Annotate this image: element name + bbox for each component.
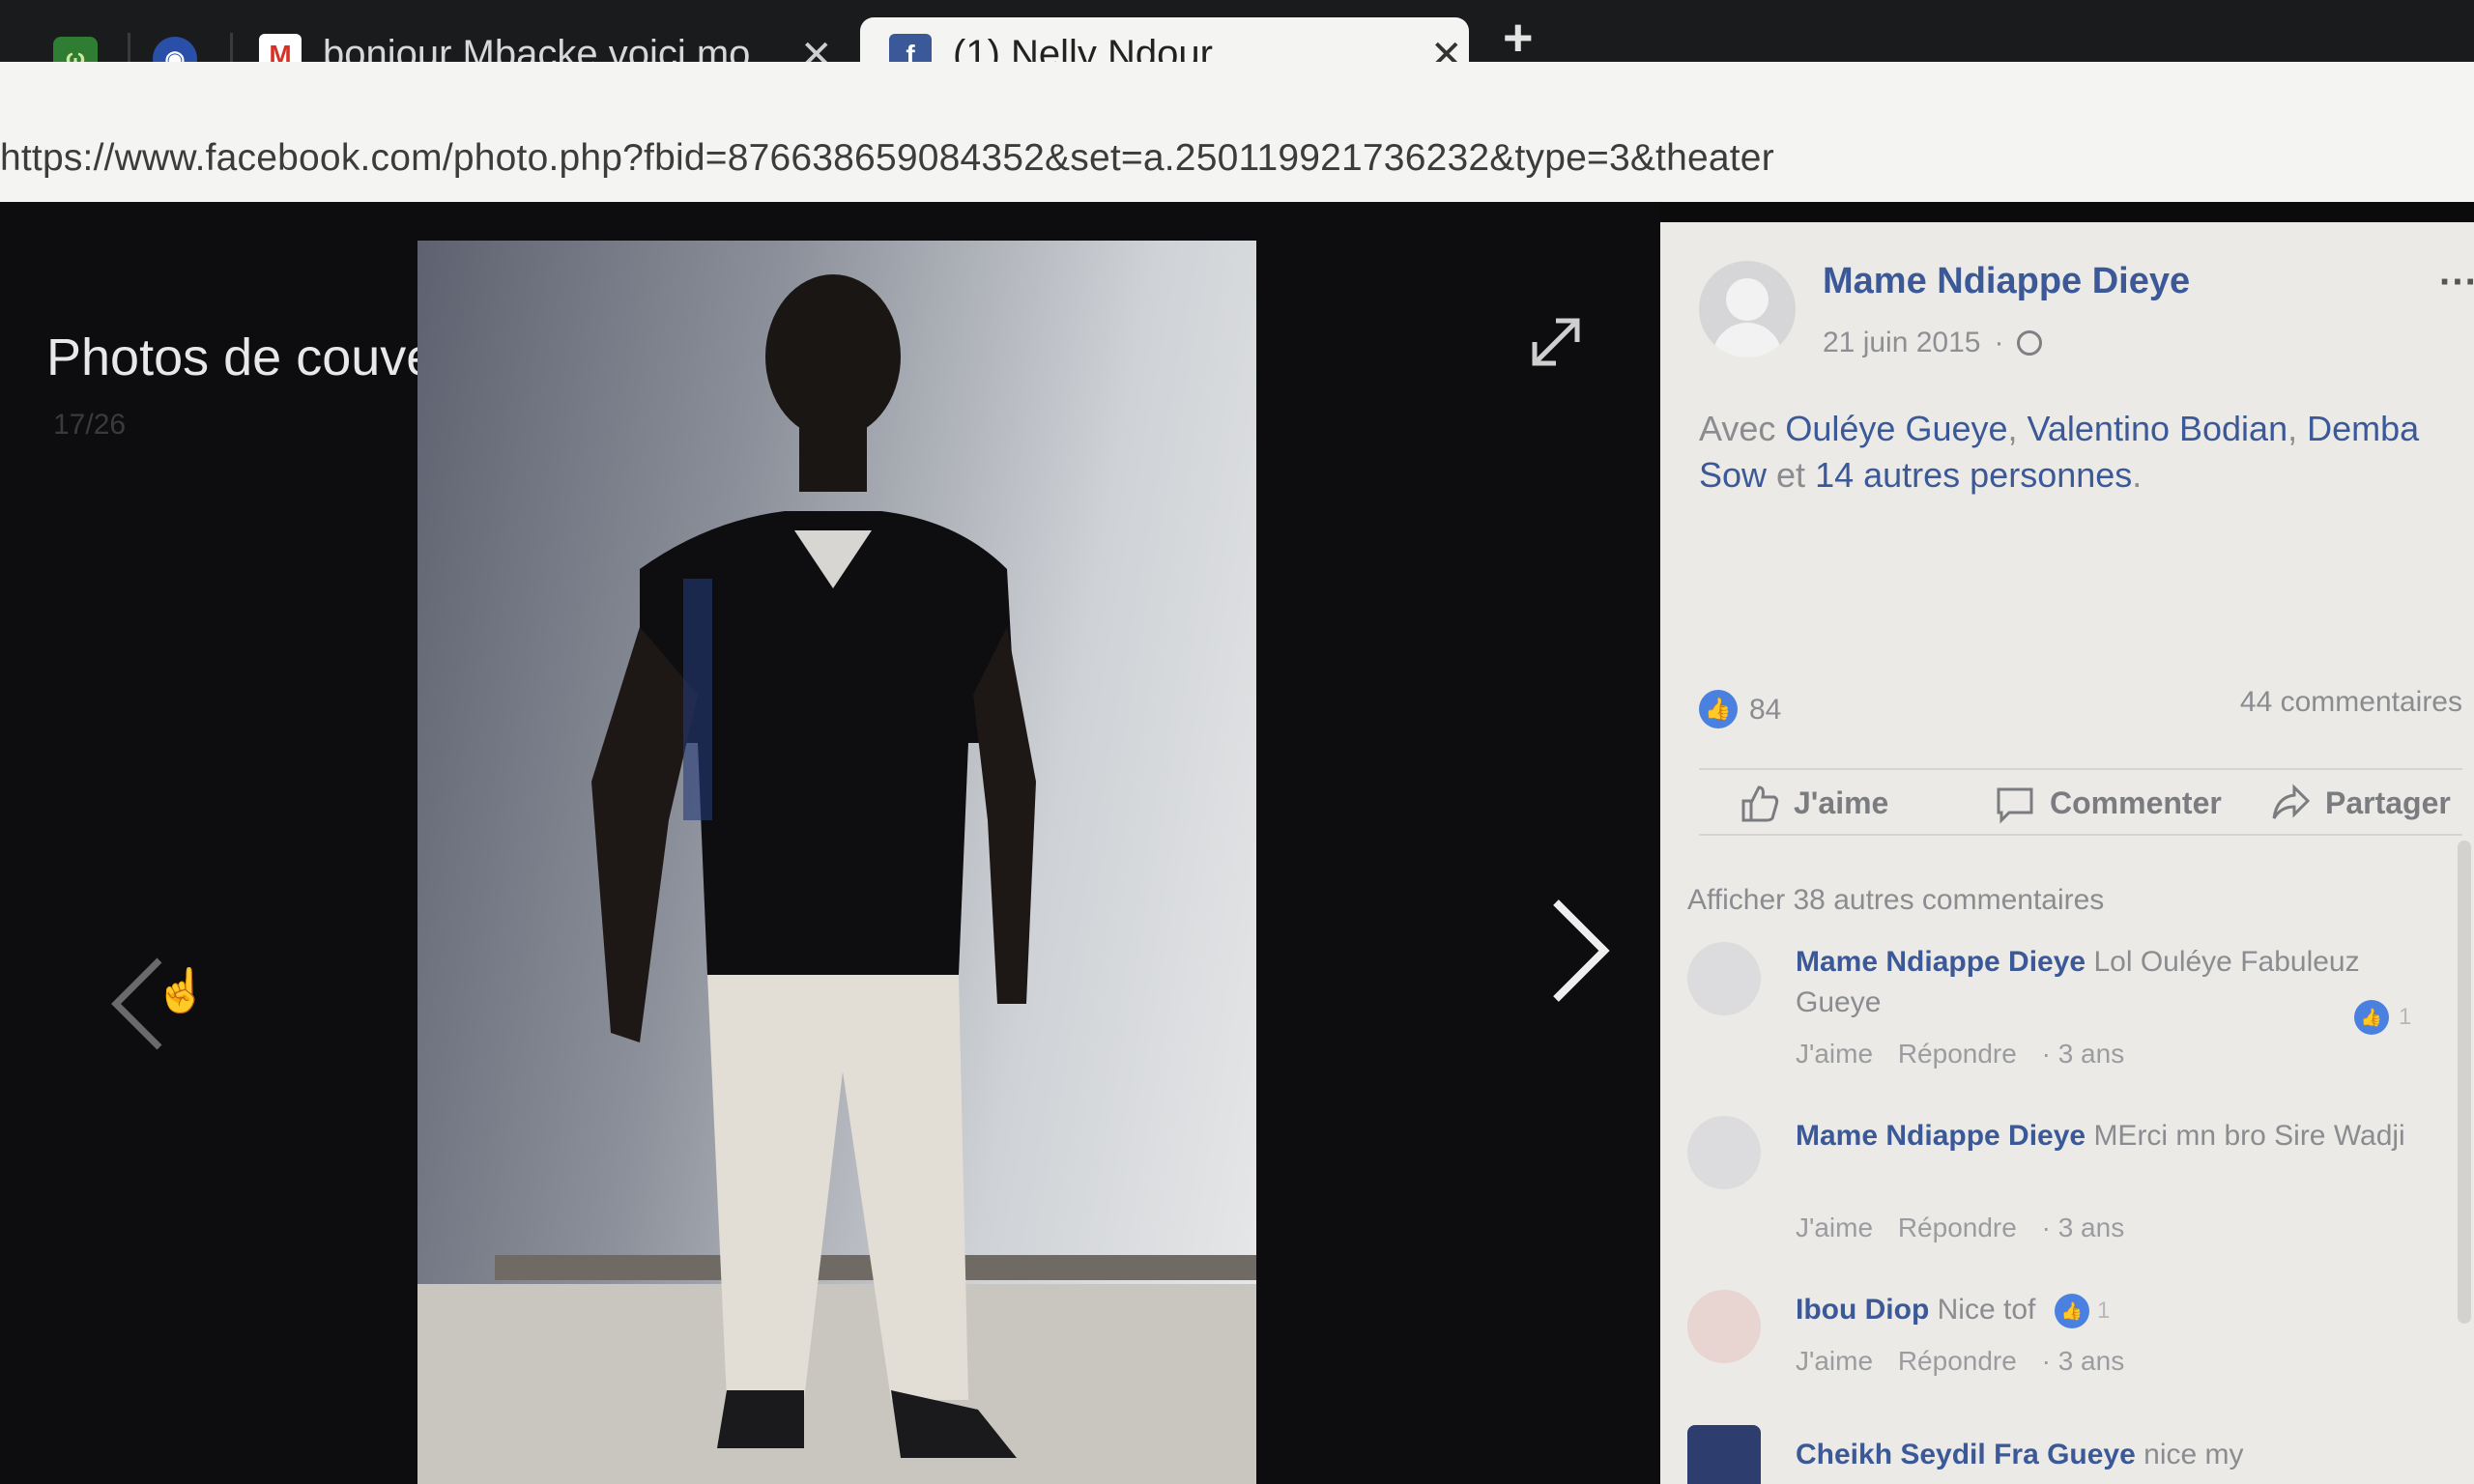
with-prefix: Avec <box>1699 409 1786 448</box>
person-silhouette <box>591 274 1036 1458</box>
like-button[interactable]: J'aime <box>1738 782 1888 824</box>
comment-like-reaction-icon: 👍 <box>2055 1294 2089 1328</box>
thumbs-up-icon <box>1741 785 1779 822</box>
tagged-person-link[interactable]: Ouléye Gueye <box>1785 409 2007 448</box>
new-tab-button[interactable]: + <box>1503 8 1534 68</box>
separator: , <box>2287 409 2308 448</box>
address-bar: https://www.facebook.com/photo.php?fbid=… <box>0 62 2474 202</box>
separator-dot: · <box>1994 327 2004 358</box>
comment-button-label: Commenter <box>2050 785 2222 820</box>
tagged-people: Avec Ouléye Gueye, Valentino Bodian, Dem… <box>1699 406 2462 499</box>
comment-reply-link[interactable]: Répondre <box>1898 1039 2017 1069</box>
share-icon <box>2272 784 2311 819</box>
cover-photo[interactable] <box>417 241 1256 1484</box>
photo-counter: 17/26 <box>53 409 127 441</box>
more-options-button[interactable]: ··· <box>2439 261 2474 304</box>
comment-button[interactable]: Commenter <box>1994 782 2222 824</box>
comment-like-link[interactable]: J'aime <box>1796 1346 1873 1376</box>
like-count[interactable]: 84 <box>1749 694 1781 727</box>
post-actions: J'aime Commenter Partager <box>1699 768 2462 836</box>
comment-message: Nice tof <box>1929 1294 2036 1326</box>
post-sidebar: Mame Ndiappe Dieye 21 juin 2015 · ··· Av… <box>1660 222 2474 1484</box>
comment-like-link[interactable]: J'aime <box>1796 1213 1873 1242</box>
comment-message: nice my <box>2135 1439 2244 1470</box>
url-input[interactable]: https://www.facebook.com/photo.php?fbid=… <box>0 137 1774 180</box>
comment-message: MErci mn bro Sire Wadji <box>2086 1120 2405 1152</box>
comment-reply-link[interactable]: Répondre <box>1898 1213 2017 1242</box>
comment-meta: J'aime Répondre · 3 ans <box>1796 1213 2142 1243</box>
comment-like-reaction-icon: 👍 <box>2354 1000 2389 1035</box>
comment-item: Ibou Diop Nice tof 👍 1 J'aime Répondre ·… <box>1687 1290 2451 1406</box>
comment-icon <box>1997 787 2033 824</box>
comment-text: Cheikh Seydil Fra Gueye nice my <box>1796 1435 2414 1475</box>
reactions-row: 👍 84 44 commentaires <box>1699 686 2462 734</box>
post-date: 21 juin 2015 · <box>1823 327 2043 359</box>
with-and: et <box>1767 455 1816 495</box>
comments-scrollbar[interactable] <box>2458 841 2471 1324</box>
expand-icon[interactable] <box>1527 313 1585 371</box>
author-name[interactable]: Mame Ndiappe Dieye <box>1823 261 2190 302</box>
globe-icon <box>2017 330 2043 356</box>
share-button[interactable]: Partager <box>2269 782 2451 824</box>
author-avatar[interactable] <box>1699 261 1796 357</box>
comment-item: Mame Ndiappe Dieye MErci mn bro Sire Wad… <box>1687 1116 2451 1261</box>
commenter-avatar[interactable] <box>1687 1290 1761 1363</box>
comment-like-link[interactable]: J'aime <box>1796 1039 1873 1069</box>
share-button-label: Partager <box>2325 785 2451 820</box>
commenter-name[interactable]: Ibou Diop <box>1796 1294 1929 1326</box>
arrow-right-icon[interactable] <box>1541 888 1619 1013</box>
comment-text: Mame Ndiappe Dieye Lol Ouléye Fabuleuz G… <box>1796 942 2414 1023</box>
commenter-name[interactable]: Mame Ndiappe Dieye <box>1796 946 2086 978</box>
like-button-label: J'aime <box>1794 785 1889 820</box>
comment-meta: J'aime Répondre · 3 ans <box>1796 1039 2142 1070</box>
comment-item: Cheikh Seydil Fra Gueye nice my <box>1687 1425 2451 1484</box>
commenter-avatar[interactable] <box>1687 1116 1761 1189</box>
commenter-name[interactable]: Cheikh Seydil Fra Gueye <box>1796 1439 2136 1470</box>
photo-theater: Photos de couverture 17/26 ☝ <box>0 202 1660 1484</box>
comment-meta: J'aime Répondre · 3 ans <box>1796 1346 2142 1377</box>
comment-item: Mame Ndiappe Dieye Lol Ouléye Fabuleuz G… <box>1687 942 2451 1087</box>
tagged-person-link[interactable]: Valentino Bodian <box>2028 409 2288 448</box>
comment-age: · 3 ans <box>2041 1039 2125 1069</box>
comment-text: Mame Ndiappe Dieye MErci mn bro Sire Wad… <box>1796 1116 2414 1156</box>
commenter-avatar[interactable] <box>1687 1425 1761 1484</box>
with-end: . <box>2132 455 2143 495</box>
hand-cursor-icon: ☝ <box>155 967 208 1014</box>
comments-count[interactable]: 44 commentaires <box>2240 686 2462 719</box>
tagged-others-link[interactable]: 14 autres personnes <box>1815 455 2132 495</box>
commenter-name[interactable]: Mame Ndiappe Dieye <box>1796 1120 2086 1152</box>
commenter-avatar[interactable] <box>1687 942 1761 1015</box>
comment-reply-link[interactable]: Répondre <box>1898 1346 2017 1376</box>
like-reaction-icon: 👍 <box>1699 690 1738 728</box>
view-more-comments-link[interactable]: Afficher 38 autres commentaires <box>1687 884 2104 917</box>
comment-reaction-count: 1 <box>2097 1298 2111 1324</box>
comment-reaction-count: 1 <box>2399 1004 2412 1030</box>
comment-age: · 3 ans <box>2041 1213 2125 1242</box>
comment-age: · 3 ans <box>2041 1346 2125 1376</box>
separator: , <box>2007 409 2028 448</box>
post-date-text[interactable]: 21 juin 2015 <box>1823 327 1980 359</box>
